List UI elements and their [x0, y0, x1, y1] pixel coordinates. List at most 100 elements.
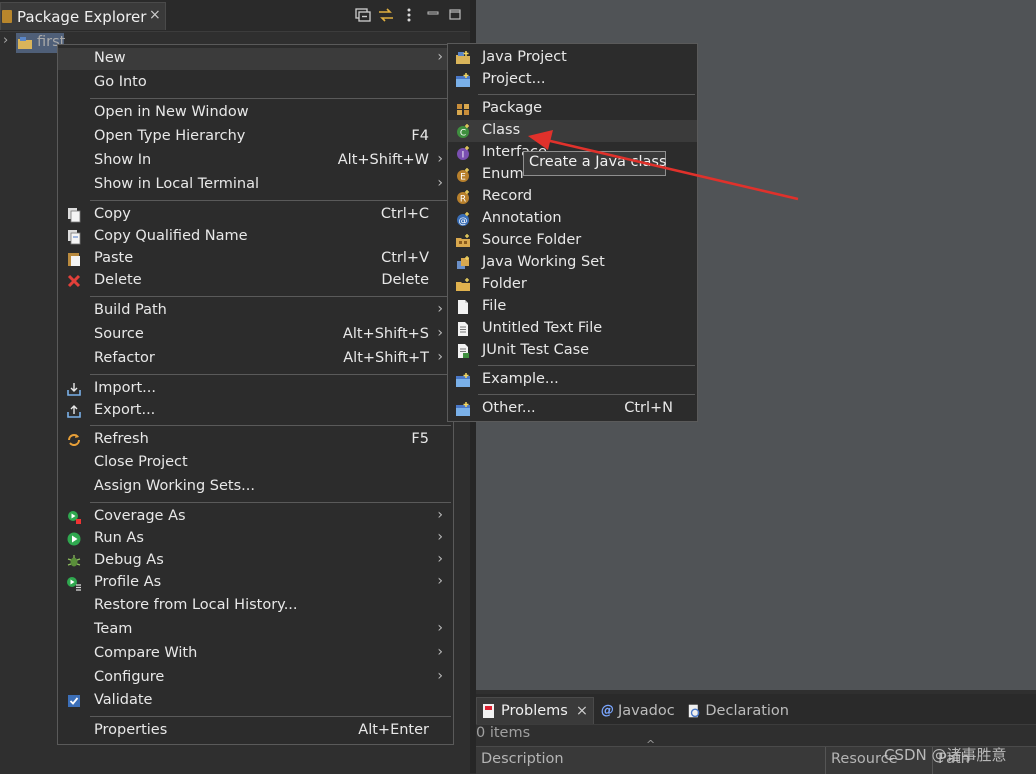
record-icon: R — [457, 190, 469, 205]
tab-package-explorer-label: Package Explorer — [17, 8, 147, 26]
menu-item-copy-qualified-name[interactable]: Copy Qualified Name — [58, 226, 453, 248]
menu-item-source-folder[interactable]: Source Folder — [448, 230, 697, 252]
menu-item-label: Copy — [94, 206, 131, 222]
package-icon — [457, 104, 469, 115]
menu-item-label: Source — [94, 326, 144, 342]
menu-item-run-as[interactable]: Run As › — [58, 528, 453, 550]
expand-arrow-icon[interactable]: › — [3, 33, 8, 48]
enum-icon: E — [457, 168, 469, 183]
menu-item-build-path[interactable]: Build Path › — [58, 300, 453, 322]
menu-item-label: Coverage As — [94, 508, 186, 524]
problems-icon — [483, 704, 494, 718]
menu-item-other[interactable]: Other... Ctrl+N — [448, 398, 697, 420]
menu-separator — [478, 94, 695, 95]
menu-item-project[interactable]: Project... — [448, 69, 697, 91]
context-menu: New › Go Into Open in New Window Open Type H… — [57, 44, 454, 745]
annotation-icon: @ — [457, 212, 469, 227]
menu-item-label: Source Folder — [482, 232, 582, 248]
close-icon[interactable]: × — [149, 7, 161, 23]
menu-item-debug-as[interactable]: Debug As › — [58, 550, 453, 572]
menu-item-untitled-text-file[interactable]: Untitled Text File — [448, 318, 697, 340]
menu-item-refactor[interactable]: Refactor Alt+Shift+T › — [58, 348, 453, 370]
menu-item-label: Example... — [482, 371, 559, 387]
menu-item-show-in[interactable]: Show In Alt+Shift+W › — [58, 150, 453, 172]
export-icon — [67, 405, 81, 418]
menu-item-go-into[interactable]: Go Into — [58, 72, 453, 94]
menu-item-label: Go Into — [94, 74, 147, 90]
menu-item-configure[interactable]: Configure › — [58, 667, 453, 689]
menu-item-annotation[interactable]: @ Annotation — [448, 208, 697, 230]
menu-item-show-in-local-terminal[interactable]: Show in Local Terminal › — [58, 174, 453, 196]
working-set-icon — [457, 256, 469, 269]
menu-item-package[interactable]: Package — [448, 98, 697, 120]
tab-declaration[interactable]: Declaration — [683, 697, 793, 724]
menu-item-paste[interactable]: Paste Ctrl+V — [58, 248, 453, 270]
link-with-editor-icon[interactable] — [377, 6, 395, 24]
menu-item-folder[interactable]: Folder — [448, 274, 697, 296]
view-menu-icon[interactable] — [400, 6, 418, 24]
menu-item-junit-test-case[interactable]: JUnit Test Case — [448, 340, 697, 362]
bottom-tab-bar: Problems × @ Javadoc Declaration — [476, 694, 1036, 725]
menu-item-restore-from-local-history[interactable]: Restore from Local History... — [58, 595, 453, 617]
chevron-right-icon: › — [437, 175, 443, 191]
menu-item-label: Debug As — [94, 552, 164, 568]
menu-item-label: Open in New Window — [94, 104, 249, 120]
chevron-right-icon: › — [437, 301, 443, 317]
menu-item-team[interactable]: Team › — [58, 619, 453, 641]
view-tab-bar: Package Explorer × — [0, 0, 470, 32]
column-description[interactable]: Description — [481, 751, 564, 767]
menu-item-file[interactable]: File — [448, 296, 697, 318]
menu-item-record[interactable]: R Record — [448, 186, 697, 208]
menu-item-profile-as[interactable]: Profile As › — [58, 572, 453, 594]
menu-item-label: Project... — [482, 71, 546, 87]
menu-item-compare-with[interactable]: Compare With › — [58, 643, 453, 665]
menu-item-class[interactable]: C Class — [448, 120, 697, 142]
collapse-all-icon[interactable] — [354, 6, 372, 24]
menu-item-label: Import... — [94, 380, 156, 396]
menu-item-open-in-new-window[interactable]: Open in New Window — [58, 102, 453, 124]
chevron-right-icon: › — [437, 529, 443, 545]
menu-item-java-project[interactable]: Java Project — [448, 47, 697, 69]
menu-item-label: Class — [482, 122, 521, 138]
menu-item-refresh[interactable]: Refresh F5 — [58, 429, 453, 451]
svg-text:R: R — [460, 195, 466, 205]
menu-separator — [90, 425, 451, 426]
tab-package-explorer[interactable]: Package Explorer × — [0, 2, 166, 30]
menu-item-assign-working-sets[interactable]: Assign Working Sets... — [58, 476, 453, 498]
junit-icon — [458, 344, 469, 358]
menu-item-shortcut: Alt+Shift+S — [342, 326, 429, 342]
chevron-right-icon: › — [437, 325, 443, 341]
menu-item-label: Package — [482, 100, 543, 116]
menu-item-shortcut: Alt+Enter — [358, 722, 429, 738]
menu-item-label: Copy Qualified Name — [94, 228, 248, 244]
menu-item-close-project[interactable]: Close Project — [58, 452, 453, 474]
other-icon — [456, 402, 470, 416]
menu-item-example[interactable]: Example... — [448, 369, 697, 391]
close-icon[interactable]: × — [576, 703, 588, 719]
menu-item-new[interactable]: New › — [58, 48, 453, 70]
menu-item-source[interactable]: Source Alt+Shift+S › — [58, 324, 453, 346]
items-count: 0 items — [476, 725, 531, 741]
tab-javadoc[interactable]: @ Javadoc — [597, 697, 683, 724]
svg-text:I: I — [462, 151, 465, 161]
chevron-right-icon: › — [437, 507, 443, 523]
delete-icon — [67, 274, 81, 288]
menu-item-copy[interactable]: Copy Ctrl+C — [58, 204, 453, 226]
minimize-icon[interactable] — [424, 6, 442, 24]
menu-item-export[interactable]: Export... — [58, 400, 453, 422]
menu-item-java-working-set[interactable]: Java Working Set — [448, 252, 697, 274]
menu-item-coverage-as[interactable]: Coverage As › — [58, 506, 453, 528]
javadoc-icon: @ — [601, 703, 614, 718]
menu-item-open-type-hierarchy[interactable]: Open Type Hierarchy F4 — [58, 126, 453, 148]
menu-item-label: Run As — [94, 530, 144, 546]
maximize-icon[interactable] — [446, 6, 464, 24]
menu-item-properties[interactable]: Properties Alt+Enter — [58, 720, 453, 742]
file-icon — [458, 300, 468, 314]
menu-item-validate[interactable]: Validate — [58, 690, 453, 712]
tab-problems[interactable]: Problems × — [476, 697, 594, 724]
project-icon — [456, 73, 470, 87]
menu-item-import[interactable]: Import... — [58, 378, 453, 400]
menu-item-delete[interactable]: Delete Delete — [58, 270, 453, 292]
svg-text:C: C — [460, 129, 466, 139]
menu-item-label: JUnit Test Case — [482, 342, 590, 358]
